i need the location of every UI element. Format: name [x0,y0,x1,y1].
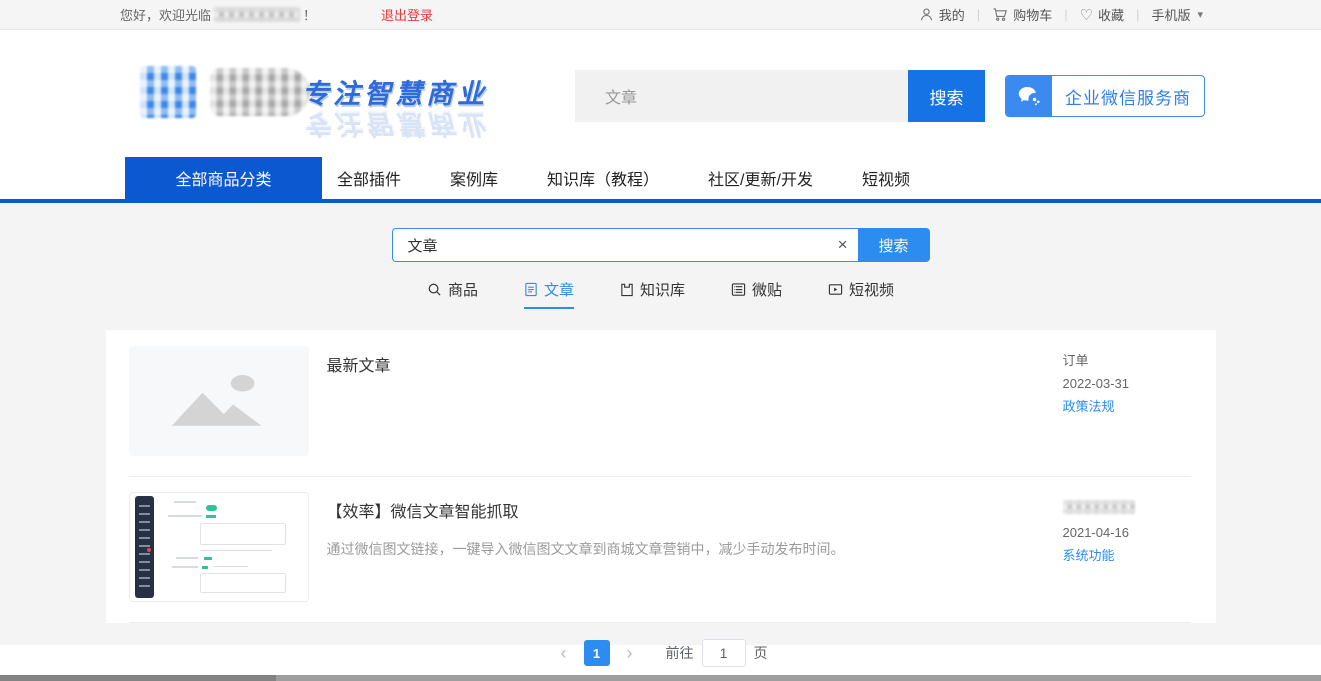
favorites-label: 收藏 [1098,5,1124,24]
topbar: 您好，欢迎光临 ！ 退出登录 我的 | 购物 [0,0,1321,30]
page-unit-label: 页 [754,643,768,663]
separator: | [1136,7,1139,22]
item-meta: 订单 2022-03-31 政策法规 [1063,346,1191,456]
my-account-link[interactable]: 我的 [919,5,965,24]
slogan-reflection: 专注智慧商业 [300,107,490,146]
content-search-row: × 搜索 [0,228,1321,262]
result-type-tabs: 商品 文章 知识库 [0,279,1321,309]
header-search: 搜索 [575,70,985,122]
wecom-service-badge[interactable]: 企业微信服务商 [1005,75,1205,117]
page: 您好，欢迎光临 ！ 退出登录 我的 | 购物 [0,0,1321,681]
nav-underline [0,199,1321,203]
item-thumbnail-screenshot[interactable] [129,492,309,602]
mobile-version-label: 手机版 [1151,5,1190,24]
item-meta: 2021-04-16 系统功能 [1063,492,1191,602]
item-date: 2021-04-16 [1063,526,1191,539]
nav-item-cases[interactable]: 案例库 [450,166,498,190]
tab-articles[interactable]: 文章 [524,279,574,309]
item-meta-top: 订单 [1063,354,1191,367]
item-thumbnail-placeholder[interactable] [129,346,309,456]
next-page-icon[interactable]: › [620,643,640,664]
list-icon [731,282,746,297]
content-search-button[interactable]: 搜索 [858,228,930,262]
item-category-link[interactable]: 系统功能 [1063,549,1191,562]
tab-short-video-label: 短视频 [849,279,894,300]
nav-items: 全部插件 案例库 知识库（教程） 社区/更新/开发 短视频 [337,157,910,199]
separator: | [977,7,980,22]
horizontal-scrollbar[interactable] [0,675,1321,681]
item-body: 【效率】微信文章智能抓取 通过微信图文链接，一键导入微信图文文章到商城文章营销中… [309,492,1063,602]
my-account-label: 我的 [939,5,965,24]
content-search: × 搜索 [392,228,930,262]
clear-icon[interactable]: × [838,229,848,261]
tab-short-video[interactable]: 短视频 [828,279,894,309]
main-content: × 搜索 商品 文章 [0,199,1321,645]
image-placeholder-icon [160,369,278,433]
nav-item-knowledge[interactable]: 知识库（教程） [547,166,659,190]
thumb-admin-content [164,499,300,595]
nav-item-plugins[interactable]: 全部插件 [337,166,401,190]
results-card: 最新文章 订单 2022-03-31 政策法规 [106,330,1216,623]
cart-label: 购物车 [1013,5,1052,24]
site-logo[interactable] [140,66,310,118]
favorites-link[interactable]: ♡ 收藏 [1080,5,1124,24]
logout-link[interactable]: 退出登录 [381,5,433,24]
tab-goods[interactable]: 商品 [427,279,478,309]
tab-weitie-label: 微贴 [752,279,782,300]
slogan: 专注智慧商业 专注智慧商业 [300,72,490,146]
greeting-suffix: ！ [303,5,316,24]
topbar-links: 我的 | 购物车 | ♡ 收藏 | 手机版 ▾ [919,5,1203,24]
goto-page: 前往 页 [666,639,768,667]
cart-link[interactable]: 购物车 [992,5,1052,24]
logo-text-blurred [210,68,310,116]
slogan-text: 专注智慧商业 [300,72,490,111]
item-description: 通过微信图文链接，一键导入微信图文文章到商城文章营销中，减少手动发布时间。 [327,539,1043,560]
tab-goods-label: 商品 [448,279,478,300]
thumb-admin-sidebar [135,496,154,598]
logo-mark-blurred [140,66,196,118]
article-icon [524,282,538,297]
wecom-chat-icon [1006,76,1052,116]
nav-item-community[interactable]: 社区/更新/开发 [708,166,813,190]
item-title[interactable]: 【效率】微信文章智能抓取 [327,498,1043,522]
page-number-button[interactable]: 1 [584,640,610,666]
video-icon [828,282,843,297]
prev-page-icon[interactable]: ‹ [554,643,574,664]
result-item[interactable]: 【效率】微信文章智能抓取 通过微信图文链接，一键导入微信图文文章到商城文章营销中… [129,477,1191,623]
item-category-link[interactable]: 政策法规 [1063,400,1191,413]
content-search-field: × [392,228,858,262]
goto-label: 前往 [666,643,694,663]
tab-knowledge[interactable]: 知识库 [620,279,685,309]
scrollbar-thumb[interactable] [0,675,276,681]
user-icon [919,7,934,22]
wecom-badge-label: 企业微信服务商 [1052,76,1204,116]
tab-articles-label: 文章 [544,279,574,300]
item-title[interactable]: 最新文章 [327,352,1043,376]
search-icon [427,282,442,297]
greeting-prefix: 您好，欢迎光临 [120,5,211,24]
greeting: 您好，欢迎光临 ！ 退出登录 [120,5,433,24]
cart-icon [992,7,1008,22]
result-item[interactable]: 最新文章 订单 2022-03-31 政策法规 [129,346,1191,477]
caret-down-icon: ▾ [1197,8,1203,21]
header: 专注智慧商业 专注智慧商业 搜索 企业微信服务商 [0,30,1321,157]
goto-page-input[interactable] [702,639,746,667]
heart-icon: ♡ [1080,6,1093,24]
separator: | [1064,7,1067,22]
content-search-input[interactable] [393,229,858,261]
header-search-button[interactable]: 搜索 [908,70,985,122]
item-body: 最新文章 [309,346,1063,456]
main-nav: 全部商品分类 全部插件 案例库 知识库（教程） 社区/更新/开发 短视频 [0,157,1321,199]
header-search-input[interactable] [575,70,908,122]
nav-all-categories[interactable]: 全部商品分类 [125,157,322,199]
tab-weitie[interactable]: 微贴 [731,279,782,309]
pagination: ‹ 1 › 前往 页 [0,639,1321,667]
item-author-blurred [1063,500,1135,514]
nav-item-short-video[interactable]: 短视频 [862,166,910,190]
tab-knowledge-label: 知识库 [640,279,685,300]
item-date: 2022-03-31 [1063,377,1191,390]
bookmark-icon [620,282,634,297]
username-blurred [214,7,300,22]
mobile-version-dropdown[interactable]: 手机版 ▾ [1151,5,1203,24]
